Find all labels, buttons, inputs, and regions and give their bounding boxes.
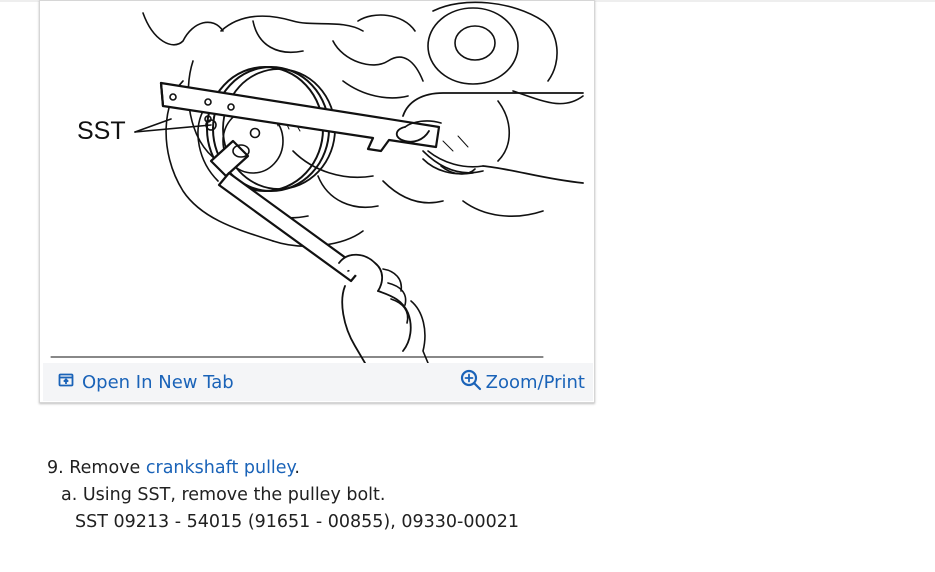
sst-callout-label: SST <box>77 117 126 145</box>
step-suffix: . <box>294 458 300 478</box>
crankshaft-pulley-link[interactable]: crankshaft pulley <box>146 458 295 478</box>
step-number: 9. <box>47 458 64 478</box>
substep-text: Using SST, remove the pulley bolt. <box>82 485 386 505</box>
open-in-new-tab-button[interactable]: Open In New Tab <box>58 363 234 401</box>
procedure-instructions: 9. Remove crankshaft pulley. a. Using SS… <box>47 455 519 536</box>
substep-letter: a. <box>61 485 78 505</box>
zoom-in-magnifier-icon <box>460 369 482 396</box>
open-in-new-tab-label: Open In New Tab <box>82 371 234 393</box>
sst-spec: SST 09213 - 54015 (91651 - 00855), 09330… <box>75 512 520 532</box>
figure-toolbar: Open In New Tab Zoom/Print <box>43 363 593 401</box>
figure-card: SST Open In New Tab Zoom/Print <box>39 0 595 403</box>
zoom-print-button[interactable]: Zoom/Print <box>460 363 585 401</box>
open-in-new-tab-icon <box>58 372 74 393</box>
step-prefix: Remove <box>69 458 141 478</box>
substep-a: a. Using SST, remove the pulley bolt. <box>47 482 519 509</box>
step-9: 9. Remove crankshaft pulley. <box>47 455 519 482</box>
crankshaft-pulley-illustration[interactable]: SST <box>43 1 593 363</box>
zoom-print-label: Zoom/Print <box>485 371 585 393</box>
